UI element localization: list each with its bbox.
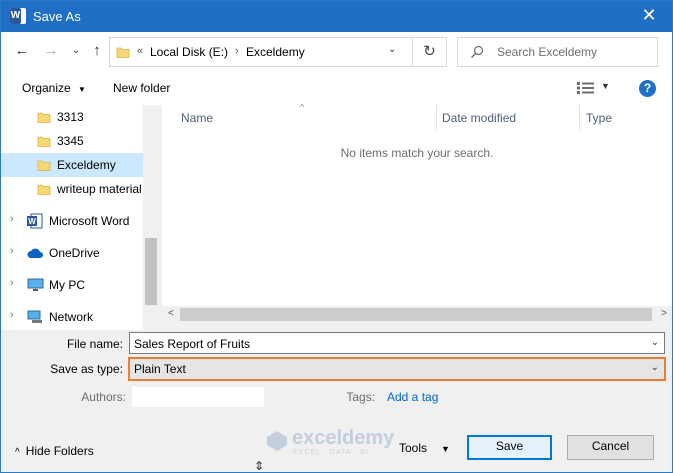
sidebar-item-3313[interactable]: 3313	[1, 105, 143, 129]
chevron-up-icon: ^	[15, 447, 20, 458]
column-divider[interactable]	[579, 105, 580, 131]
recent-locations-chevron-icon[interactable]: ⌄	[65, 40, 87, 62]
sidebar-item-label: My PC	[49, 278, 85, 292]
word-app-icon-letter: W	[10, 8, 21, 24]
file-name-field[interactable]: Sales Report of Fruits ⌄	[129, 332, 665, 354]
expand-chevron-icon[interactable]: ›	[10, 213, 14, 225]
sidebar-item-label: OneDrive	[49, 246, 100, 260]
expand-chevron-icon[interactable]: ›	[10, 277, 14, 289]
sidebar-item-label: writeup material	[57, 182, 142, 196]
scrollbar-thumb[interactable]	[180, 308, 652, 321]
watermark-tagline: EXCEL · DATA · BI	[293, 449, 369, 456]
sidebar-item-onedrive[interactable]: › OneDrive	[1, 241, 143, 265]
cancel-button[interactable]: Cancel	[567, 435, 654, 460]
back-arrow-icon[interactable]: ←	[11, 40, 33, 62]
column-divider[interactable]	[436, 105, 437, 131]
sort-arrow-icon: ^	[300, 102, 305, 112]
tools-label: Tools	[399, 441, 428, 455]
sidebar-item-label: 3313	[57, 110, 84, 124]
expand-chevron-icon[interactable]: ›	[10, 309, 14, 321]
address-bar[interactable]: « Local Disk (E:) › Exceldemy ⌄ ↻	[109, 37, 447, 67]
help-icon[interactable]: ?	[639, 80, 656, 97]
organize-label: Organize	[22, 81, 71, 95]
search-placeholder: Search Exceldemy	[497, 45, 598, 59]
folder-icon	[116, 47, 130, 58]
breadcrumb-separator[interactable]: ›	[235, 45, 239, 57]
tags-label: Tags:	[346, 390, 375, 404]
network-icon	[27, 310, 42, 323]
add-tag-link[interactable]: Add a tag	[387, 390, 438, 404]
organize-button[interactable]: Organize ▼	[22, 81, 86, 95]
command-toolbar: Organize ▼ New folder ▼ ?	[1, 72, 672, 105]
cloud-icon	[27, 248, 43, 258]
sidebar-item-writeup-material[interactable]: writeup material	[1, 177, 143, 201]
exceldemy-logo-icon	[267, 431, 287, 451]
search-input[interactable]: Search Exceldemy	[457, 37, 658, 67]
hide-folders-button[interactable]: ^ Hide Folders	[15, 444, 94, 458]
sidebar-item-microsoft-word[interactable]: › W Microsoft Word	[1, 209, 143, 233]
save-as-type-value: Plain Text	[134, 362, 186, 376]
pc-icon	[27, 278, 44, 291]
file-name-label: File name:	[66, 337, 123, 351]
scrollbar-thumb[interactable]	[145, 238, 157, 305]
svg-text:W: W	[28, 217, 36, 226]
column-header-date-modified[interactable]: Date modified	[442, 111, 516, 125]
watermark-brand: exceldemy	[292, 427, 395, 449]
sidebar-item-label: 3345	[57, 134, 84, 148]
forward-arrow-icon[interactable]: →	[40, 40, 62, 62]
search-icon	[471, 45, 484, 58]
sidebar-item-label: Exceldemy	[57, 158, 116, 172]
sidebar-item-my-pc[interactable]: › My PC	[1, 273, 143, 297]
view-options-icon[interactable]	[577, 82, 595, 94]
column-header-name[interactable]: Name	[181, 111, 213, 125]
save-as-type-label: Save as type:	[50, 362, 123, 376]
folder-icon	[37, 184, 51, 195]
navigation-scrollbar[interactable]	[143, 105, 159, 330]
view-options-caret-icon[interactable]: ▼	[601, 81, 610, 91]
save-button[interactable]: Save	[467, 435, 552, 460]
refresh-icon[interactable]: ↻	[412, 38, 446, 66]
scroll-right-icon[interactable]: >	[661, 308, 667, 319]
save-as-type-select[interactable]: Plain Text ⌄	[128, 357, 666, 381]
resize-cursor-icon: ⇕	[254, 459, 265, 473]
save-as-dialog: W Save As ✕ ← → ⌄ ↑ « Local Disk (E:) › …	[0, 0, 673, 473]
word-app-icon: W	[10, 8, 26, 24]
folder-icon	[37, 136, 51, 147]
tools-caret-icon: ▼	[441, 444, 450, 454]
breadcrumb-exceldemy[interactable]: Exceldemy	[246, 45, 305, 59]
hide-folders-label: Hide Folders	[25, 444, 94, 458]
file-name-value: Sales Report of Fruits	[134, 337, 251, 351]
window-title: Save As	[33, 9, 81, 24]
folder-icon	[37, 160, 51, 171]
tools-button[interactable]: Tools ▼	[399, 441, 450, 455]
empty-message: No items match your search.	[340, 146, 494, 160]
title-bar: W Save As ✕	[1, 1, 672, 32]
chevron-down-icon[interactable]: ⌄	[651, 337, 659, 348]
up-arrow-icon[interactable]: ↑	[86, 40, 108, 62]
expand-chevron-icon[interactable]: ›	[10, 245, 14, 257]
address-dropdown-icon[interactable]: ⌄	[388, 44, 396, 55]
column-header-type[interactable]: Type	[586, 111, 612, 125]
folder-icon	[37, 112, 51, 123]
sidebar-item-network[interactable]: › Network	[1, 305, 143, 329]
file-list: ^ Name Date modified Type No items match…	[162, 102, 672, 306]
breadcrumb-local-disk[interactable]: Local Disk (E:)	[150, 45, 228, 59]
sidebar-item-label: Network	[49, 310, 94, 324]
sidebar-item-exceldemy[interactable]: Exceldemy	[1, 153, 143, 177]
authors-field[interactable]	[132, 387, 264, 407]
scroll-left-icon[interactable]: <	[168, 308, 174, 319]
authors-label: Authors:	[81, 390, 126, 404]
breadcrumb-overflow[interactable]: «	[137, 45, 143, 57]
organize-caret-icon: ▼	[78, 85, 86, 94]
chevron-down-icon[interactable]: ⌄	[651, 362, 659, 373]
word-icon: W	[27, 213, 43, 229]
navigation-pane: 3313 3345 Exceldemy writeup material › W…	[1, 105, 159, 330]
new-folder-button[interactable]: New folder	[113, 81, 170, 95]
sidebar-item-label: Microsoft Word	[49, 214, 130, 228]
sidebar-item-3345[interactable]: 3345	[1, 129, 143, 153]
horizontal-scrollbar[interactable]: < >	[162, 306, 672, 323]
address-row: ← → ⌄ ↑ « Local Disk (E:) › Exceldemy ⌄ …	[1, 32, 672, 72]
close-icon[interactable]: ✕	[626, 1, 672, 32]
